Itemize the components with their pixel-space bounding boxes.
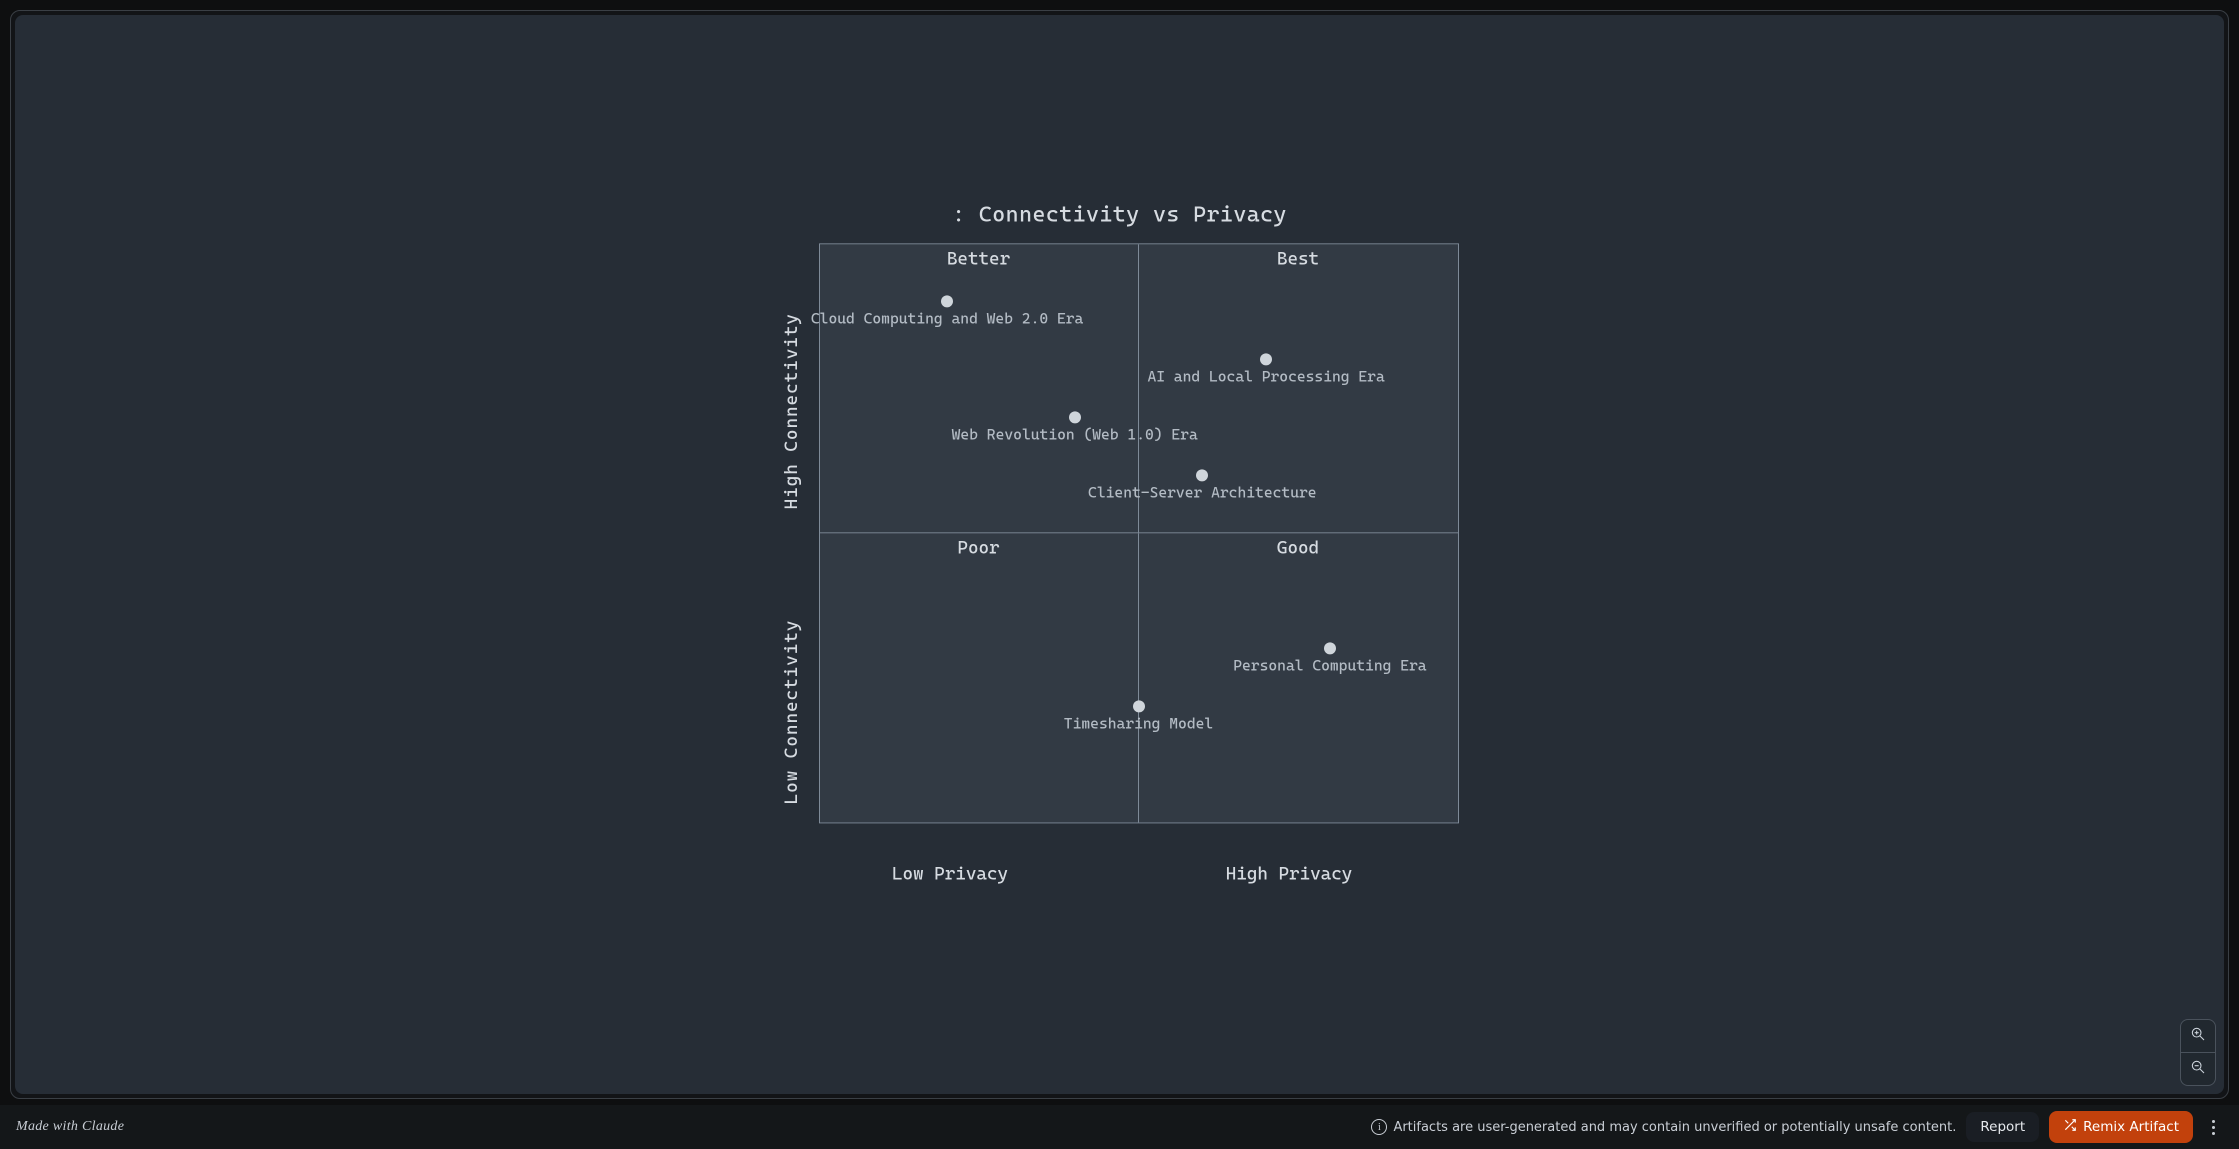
- artifact-canvas: : Connectivity vs Privacy High Connectiv…: [15, 15, 2224, 1094]
- quadrant-label-bottom-right: Good: [1139, 537, 1458, 558]
- y-axis-high-label: High Connectivity: [781, 306, 803, 516]
- quadrant-label-top-left: Better: [820, 248, 1138, 269]
- artifact-notice: i Artifacts are user-generated and may c…: [1371, 1119, 1956, 1135]
- x-axis-low-label: Low Privacy: [781, 855, 1120, 884]
- quadrant-chart: : Connectivity vs Privacy High Connectiv…: [670, 202, 1570, 855]
- zoom-in-button[interactable]: [2181, 1020, 2215, 1052]
- report-button[interactable]: Report: [1966, 1112, 2039, 1142]
- artifact-outer-frame: : Connectivity vs Privacy High Connectiv…: [10, 10, 2229, 1099]
- remix-button[interactable]: Remix Artifact: [2049, 1111, 2193, 1143]
- quadrant-top-right: Best: [1139, 244, 1458, 533]
- made-with-label: Made with Claude: [16, 1119, 124, 1135]
- quadrant-label-bottom-left: Poor: [820, 537, 1138, 558]
- app-root: : Connectivity vs Privacy High Connectiv…: [0, 0, 2239, 1149]
- y-axis-low-label: Low Connectivity: [781, 612, 803, 812]
- quadrant-top-left: Better: [820, 244, 1139, 533]
- more-menu-button[interactable]: [2203, 1115, 2223, 1139]
- made-with-prefix: Made with: [16, 1119, 82, 1134]
- made-with-brand: Claude: [82, 1119, 124, 1134]
- zoom-out-button[interactable]: [2181, 1052, 2215, 1085]
- artifact-notice-text: Artifacts are user-generated and may con…: [1393, 1120, 1956, 1135]
- quadrant-bottom-right: Good: [1139, 533, 1458, 822]
- shuffle-icon: [2063, 1118, 2077, 1136]
- remix-button-label: Remix Artifact: [2083, 1119, 2179, 1135]
- quadrant-label-top-right: Best: [1139, 248, 1458, 269]
- footer-bar: Made with Claude i Artifacts are user-ge…: [0, 1105, 2239, 1149]
- quadrant-grid: Better Best Poor Good Cloud Computing an…: [819, 243, 1459, 823]
- x-axis-high-label: High Privacy: [1120, 855, 1459, 884]
- quadrant-bottom-left: Poor: [820, 533, 1139, 822]
- zoom-out-icon: [2190, 1059, 2206, 1079]
- quadrant-area: High Connectivity Low Connectivity Bette…: [781, 243, 1459, 855]
- report-button-label: Report: [1980, 1119, 2025, 1135]
- chart-title: : Connectivity vs Privacy: [670, 202, 1570, 227]
- zoom-in-icon: [2190, 1026, 2206, 1046]
- zoom-controls: [2180, 1019, 2216, 1086]
- info-icon: i: [1371, 1119, 1387, 1135]
